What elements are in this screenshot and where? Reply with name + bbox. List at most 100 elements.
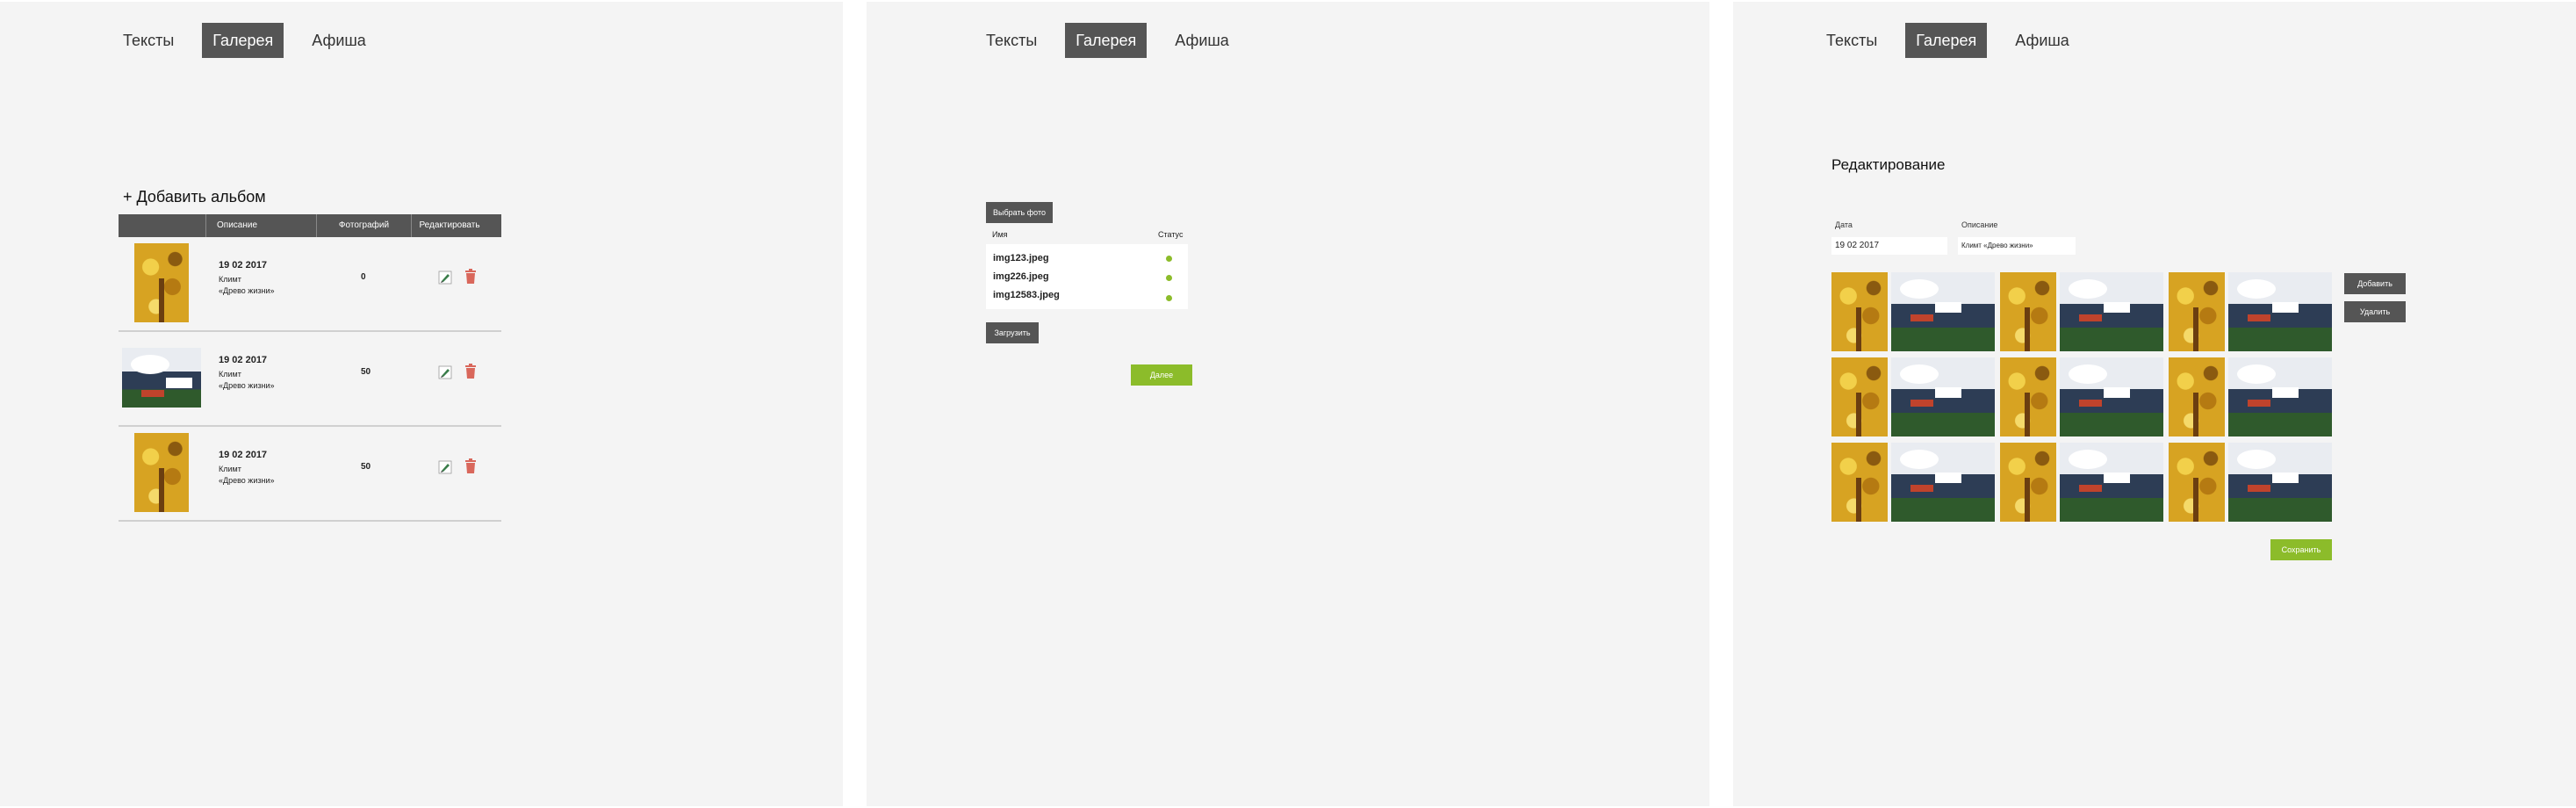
page-title: Редактирование xyxy=(1831,156,1946,173)
album-description: Климт «Древо жизни» xyxy=(219,464,298,487)
status-ok-icon xyxy=(1166,295,1172,301)
next-button[interactable]: Далее xyxy=(1131,364,1192,386)
status-column-header: Статус xyxy=(1158,230,1184,239)
photo-image xyxy=(2228,357,2332,436)
trash-icon[interactable] xyxy=(464,269,477,285)
tab-gallery[interactable]: Галерея xyxy=(1905,23,1988,58)
grid-photo[interactable] xyxy=(2228,272,2332,351)
album-date: 19 02 2017 xyxy=(219,450,268,460)
tab-afisha[interactable]: Афиша xyxy=(2004,23,2080,58)
column-header-photos: Фотографий xyxy=(317,214,412,237)
photo-image xyxy=(2169,443,2225,522)
album-thumbnail[interactable] xyxy=(122,242,201,323)
description-field[interactable]: Климт «Древо жизни» xyxy=(1958,237,2076,255)
album-image xyxy=(134,433,189,512)
photo-image xyxy=(1891,272,1995,351)
grid-photo[interactable] xyxy=(2060,272,2163,351)
tab-texts[interactable]: Тексты xyxy=(112,23,184,58)
tab-afisha[interactable]: Афиша xyxy=(1164,23,1240,58)
photo-image xyxy=(1891,443,1995,522)
tab-texts[interactable]: Тексты xyxy=(975,23,1047,58)
grid-photo[interactable] xyxy=(1831,357,1888,436)
photo-image xyxy=(2060,443,2163,522)
table-header: Описание Фотографий Редактировать xyxy=(119,214,501,237)
choose-photo-button[interactable]: Выбрать фото xyxy=(986,202,1053,223)
album-thumbnail[interactable] xyxy=(122,337,201,418)
column-header-description: Описание xyxy=(206,214,317,237)
pencil-icon[interactable] xyxy=(438,460,452,474)
name-column-header: Имя xyxy=(992,230,1008,239)
add-photo-button[interactable]: Добавить xyxy=(2344,273,2406,294)
delete-photo-button[interactable]: Удалить xyxy=(2344,301,2406,322)
grid-photo[interactable] xyxy=(2000,272,2056,351)
upload-button[interactable]: Загрузить xyxy=(986,322,1039,343)
upload-file-list: img123.jpeg img226.jpeg img12583.jpeg xyxy=(986,244,1188,309)
top-nav: Тексты Галерея Афиша xyxy=(1816,23,2080,58)
album-title: «Древо жизни» xyxy=(219,286,275,295)
albums-table: Описание Фотографий Редактировать 19 02 … xyxy=(119,214,501,522)
photo-image xyxy=(1891,357,1995,436)
grid-photo[interactable] xyxy=(1891,443,1995,522)
grid-photo[interactable] xyxy=(2060,357,2163,436)
date-field[interactable]: 19 02 2017 xyxy=(1831,237,1947,255)
trash-icon[interactable] xyxy=(464,364,477,379)
album-author: Климт xyxy=(219,275,241,284)
photo-image xyxy=(2228,443,2332,522)
album-image xyxy=(122,348,201,408)
photo-image xyxy=(2000,357,2056,436)
status-ok-icon xyxy=(1166,256,1172,262)
tab-afisha[interactable]: Афиша xyxy=(301,23,377,58)
photo-image xyxy=(2169,357,2225,436)
grid-photo[interactable] xyxy=(2169,272,2225,351)
grid-photo[interactable] xyxy=(2000,443,2056,522)
pencil-icon[interactable] xyxy=(438,365,452,379)
photo-image xyxy=(2000,272,2056,351)
top-nav: Тексты Галерея Афиша xyxy=(975,23,1240,58)
table-row: 19 02 2017 Климт «Древо жизни» 50 xyxy=(119,332,501,427)
photo-image xyxy=(2000,443,2056,522)
album-author: Климт xyxy=(219,370,241,379)
album-image xyxy=(134,243,189,322)
description-label: Описание xyxy=(1961,220,1998,229)
file-name: img123.jpeg xyxy=(993,253,1049,263)
save-button[interactable]: Сохранить xyxy=(2270,539,2332,560)
grid-photo[interactable] xyxy=(2060,443,2163,522)
file-name: img12583.jpeg xyxy=(993,290,1060,300)
photo-image xyxy=(1831,443,1888,522)
tab-texts[interactable]: Тексты xyxy=(1816,23,1888,58)
photo-image xyxy=(2169,272,2225,351)
album-date: 19 02 2017 xyxy=(219,260,268,271)
album-author: Климт xyxy=(219,465,241,473)
column-header-edit: Редактировать xyxy=(419,220,480,230)
grid-photo[interactable] xyxy=(1891,357,1995,436)
photo-image xyxy=(2060,357,2163,436)
grid-photo[interactable] xyxy=(2169,357,2225,436)
top-nav: Тексты Галерея Афиша xyxy=(112,23,377,58)
status-ok-icon xyxy=(1166,275,1172,281)
trash-icon[interactable] xyxy=(464,458,477,474)
photo-count: 0 xyxy=(361,272,366,282)
grid-photo[interactable] xyxy=(1831,272,1888,351)
photo-image xyxy=(1831,272,1888,351)
photo-image xyxy=(2228,272,2332,351)
tab-gallery[interactable]: Галерея xyxy=(1065,23,1148,58)
date-label: Дата xyxy=(1835,220,1853,229)
grid-photo[interactable] xyxy=(2228,357,2332,436)
album-title: «Древо жизни» xyxy=(219,381,275,390)
album-title: «Древо жизни» xyxy=(219,476,275,485)
grid-photo[interactable] xyxy=(2169,443,2225,522)
column-header-thumb xyxy=(119,214,206,237)
album-thumbnail[interactable] xyxy=(122,432,201,513)
grid-photo[interactable] xyxy=(1831,443,1888,522)
tab-gallery[interactable]: Галерея xyxy=(202,23,284,58)
photo-count: 50 xyxy=(361,462,371,472)
photo-count: 50 xyxy=(361,367,371,377)
grid-photo[interactable] xyxy=(1891,272,1995,351)
table-row: 19 02 2017 Климт «Древо жизни» 50 xyxy=(119,427,501,522)
album-date: 19 02 2017 xyxy=(219,355,268,365)
pencil-icon[interactable] xyxy=(438,271,452,285)
grid-photo[interactable] xyxy=(2000,357,2056,436)
grid-photo[interactable] xyxy=(2228,443,2332,522)
add-album-button[interactable]: + Добавить альбом xyxy=(123,188,266,206)
table-row: 19 02 2017 Климт «Древо жизни» 0 xyxy=(119,237,501,332)
